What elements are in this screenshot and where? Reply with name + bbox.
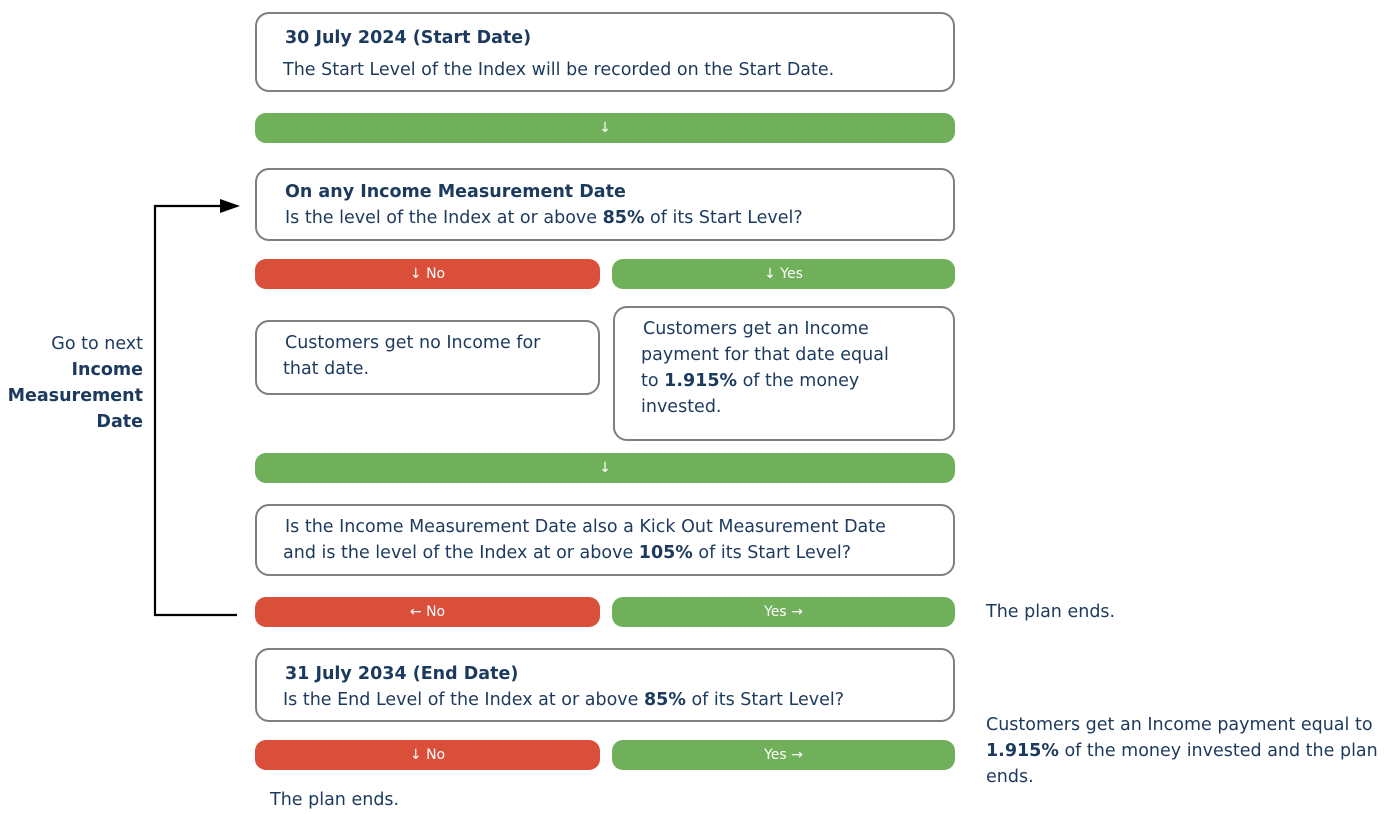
end-threshold-85-pct: 85%	[644, 690, 686, 710]
final-income-line2: 1.915% of the money invested and the pla…	[986, 741, 1378, 761]
final-income-text: Customers get an Income payment equal to…	[986, 712, 1395, 790]
final-income-line3: ends.	[986, 767, 1034, 787]
final-income-rate: 1.915%	[986, 741, 1059, 761]
end-date-box: 31 July 2034 (End Date) Is the End Level…	[255, 648, 955, 722]
loop-line	[153, 204, 237, 617]
loop-arrowhead-icon	[220, 199, 240, 213]
yes-label: Yes →	[764, 747, 803, 763]
plan-ends-final: The plan ends.	[270, 790, 400, 810]
yes-branch-bar-3: Yes →	[612, 740, 955, 770]
final-income-line1: Customers get an Income payment equal to	[986, 715, 1373, 735]
no-branch-bar-3: ↓ No	[255, 740, 600, 770]
end-date-text: Is the End Level of the Index at or abov…	[283, 690, 845, 710]
no-label: ↓ No	[409, 747, 446, 763]
end-date-heading: 31 July 2034 (End Date)	[285, 664, 519, 684]
